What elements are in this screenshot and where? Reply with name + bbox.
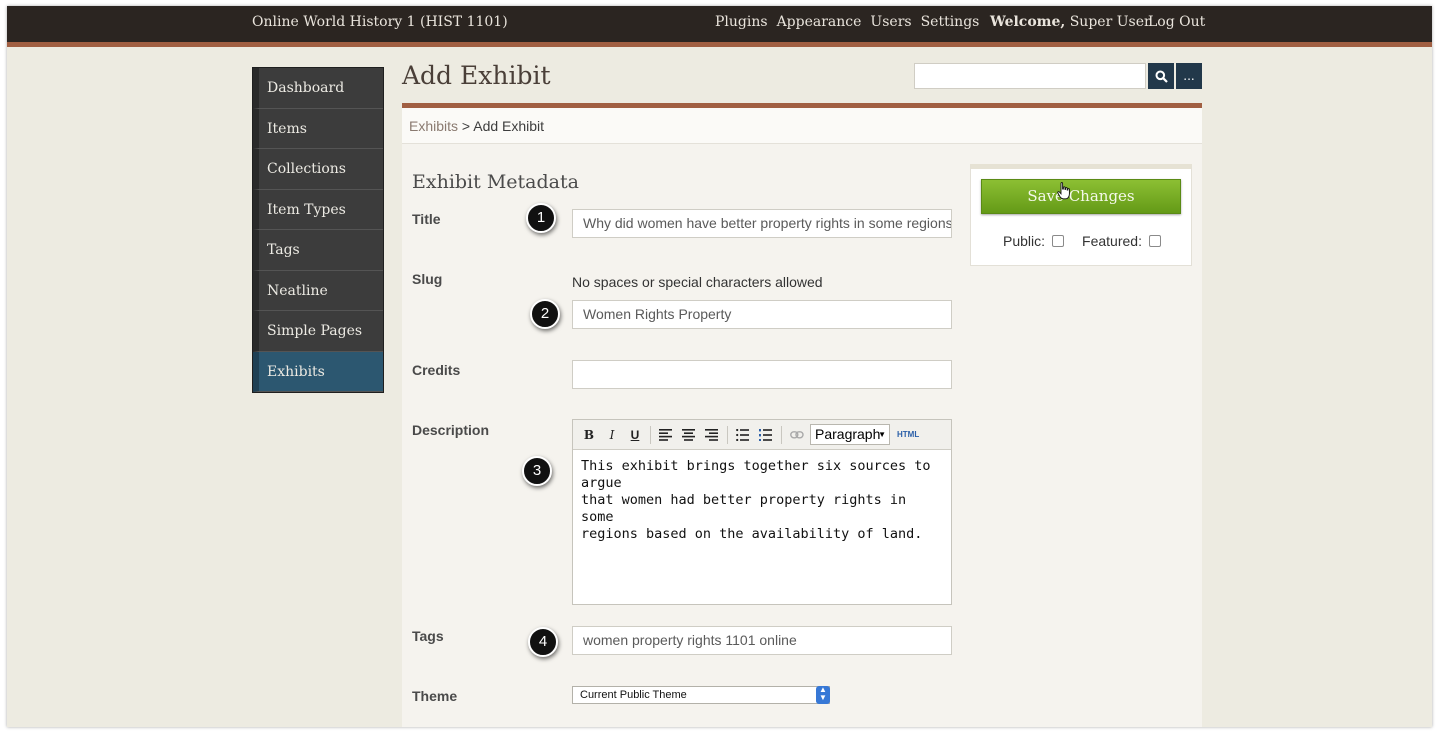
public-label: Public:	[1003, 233, 1046, 249]
toolbar-divider	[650, 425, 651, 444]
main-content: Exhibits > Add Exhibit Exhibit Metadata …	[402, 103, 1202, 727]
sidebar-item-exhibits[interactable]: Exhibits	[253, 351, 383, 392]
step-marker-2: 2	[530, 299, 560, 329]
search-icon	[1155, 70, 1168, 83]
featured-checkbox[interactable]	[1148, 235, 1161, 247]
advanced-search-button[interactable]: ...	[1176, 63, 1202, 89]
select-arrows-icon: ▲ ▼	[816, 686, 830, 704]
sidebar-item-item-types[interactable]: Item Types	[253, 189, 383, 230]
step-marker-4: 4	[528, 627, 558, 657]
publish-options: Public: Featured:	[1003, 233, 1179, 249]
paragraph-format-value: Paragraph	[815, 426, 881, 442]
step-marker-3: 3	[522, 456, 552, 486]
description-editor: B I U Paragraph ▼ HTML This exhibit brin…	[572, 419, 952, 605]
public-checkbox[interactable]	[1052, 235, 1065, 247]
credits-field[interactable]	[572, 360, 952, 389]
toolbar-divider	[727, 425, 728, 444]
sidebar-item-collections[interactable]: Collections	[253, 149, 383, 190]
slug-field[interactable]: Women Rights Property	[572, 300, 952, 329]
tags-label: Tags	[412, 628, 444, 644]
align-left-icon	[659, 428, 672, 441]
description-label: Description	[412, 422, 490, 438]
underline-button[interactable]: U	[625, 425, 645, 445]
title-field[interactable]: Why did women have better property right…	[572, 209, 952, 238]
theme-select-value: Current Public Theme	[580, 689, 687, 701]
breadcrumb-current: Add Exhibit	[473, 118, 545, 134]
align-right-icon	[705, 428, 718, 441]
editor-toolbar: B I U Paragraph ▼ HTML	[573, 420, 951, 450]
search-input[interactable]	[914, 63, 1146, 89]
align-center-button[interactable]	[679, 425, 699, 445]
link-icon	[790, 430, 804, 439]
page-title: Add Exhibit	[402, 61, 551, 90]
breadcrumb: Exhibits > Add Exhibit	[402, 108, 1202, 144]
sidebar-item-items[interactable]: Items	[253, 108, 383, 149]
section-title: Exhibit Metadata	[412, 171, 579, 193]
theme-label: Theme	[412, 688, 458, 704]
welcome-label: Welcome,	[990, 14, 1066, 30]
top-bar: Online World History 1 (HIST 1101) Plugi…	[7, 6, 1432, 47]
save-panel: Save Changes Public: Featured:	[970, 164, 1192, 266]
admin-nav: Plugins Appearance Users Settings	[715, 14, 979, 30]
sidebar-item-tags[interactable]: Tags	[253, 230, 383, 271]
align-center-icon	[682, 428, 695, 441]
breadcrumb-separator: >	[461, 118, 471, 134]
paragraph-format-select[interactable]: Paragraph ▼	[810, 424, 890, 445]
numbered-list-icon	[759, 428, 772, 441]
sidebar: Dashboard Items Collections Item Types T…	[252, 67, 384, 393]
welcome-text: Welcome, Super User	[990, 14, 1151, 30]
sidebar-item-neatline[interactable]: Neatline	[253, 270, 383, 311]
nav-appearance[interactable]: Appearance	[777, 14, 862, 30]
bold-button[interactable]: B	[579, 425, 599, 445]
bullet-list-button[interactable]	[733, 425, 753, 445]
sidebar-item-simple-pages[interactable]: Simple Pages	[253, 311, 383, 352]
toolbar-divider	[781, 425, 782, 444]
hand-cursor-icon	[1057, 182, 1070, 200]
align-right-button[interactable]	[702, 425, 722, 445]
nav-settings[interactable]: Settings	[921, 14, 980, 30]
user-name-link[interactable]: Super User	[1070, 14, 1151, 30]
app-window: Online World History 1 (HIST 1101) Plugi…	[7, 6, 1432, 727]
align-left-button[interactable]	[656, 425, 676, 445]
credits-label: Credits	[412, 362, 461, 378]
italic-button[interactable]: I	[602, 425, 622, 445]
bullet-list-icon	[736, 428, 749, 441]
step-marker-1: 1	[526, 203, 556, 233]
link-button[interactable]	[787, 425, 807, 445]
numbered-list-button[interactable]	[756, 425, 776, 445]
search-button[interactable]	[1148, 63, 1174, 89]
nav-users[interactable]: Users	[870, 14, 911, 30]
nav-plugins[interactable]: Plugins	[715, 14, 768, 30]
breadcrumb-exhibits-link[interactable]: Exhibits	[409, 118, 458, 134]
featured-label: Featured:	[1082, 233, 1142, 249]
save-changes-button[interactable]: Save Changes	[981, 179, 1181, 214]
dropdown-arrow-icon: ▼	[878, 430, 886, 439]
title-label: Title	[412, 211, 441, 227]
slug-helper-text: No spaces or special characters allowed	[572, 274, 823, 290]
html-source-button[interactable]: HTML	[897, 430, 919, 439]
logout-link[interactable]: Log Out	[1148, 14, 1205, 30]
theme-select[interactable]: Current Public Theme ▲ ▼	[572, 686, 830, 704]
tags-field[interactable]: women property rights 1101 online	[572, 626, 952, 655]
description-text-area[interactable]: This exhibit brings together six sources…	[573, 450, 951, 551]
site-title[interactable]: Online World History 1 (HIST 1101)	[252, 14, 508, 30]
slug-label: Slug	[412, 271, 443, 287]
sidebar-item-dashboard[interactable]: Dashboard	[253, 68, 383, 109]
